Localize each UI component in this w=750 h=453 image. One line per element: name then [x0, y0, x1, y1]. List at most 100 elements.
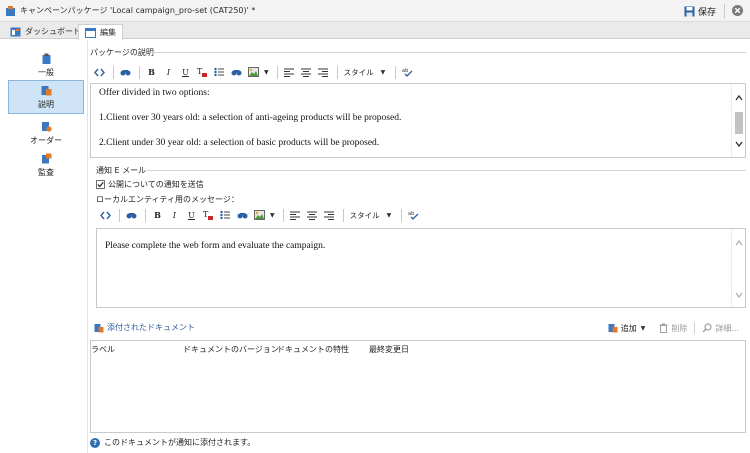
text-color-icon[interactable]: T — [195, 65, 210, 80]
notification-section-label: 通知 E メール — [96, 166, 147, 175]
tab-edit[interactable]: 編集 — [78, 24, 123, 40]
column-header[interactable]: ドキュメントのバージョン — [183, 344, 279, 355]
find-replace-icon[interactable] — [235, 208, 250, 223]
chevron-down-icon[interactable] — [735, 140, 743, 148]
bold-button[interactable]: B — [150, 208, 165, 223]
package-icon — [6, 6, 15, 16]
section-divider — [150, 52, 746, 53]
description-line: Offer divided in two options: — [99, 88, 210, 98]
attachment-note: ? このドキュメントが通知に添付されます。 — [90, 437, 255, 448]
attachments-title[interactable]: 添付されたドキュメント — [94, 322, 195, 333]
bulleted-list-icon[interactable] — [212, 65, 227, 80]
chevron-down-icon[interactable]: ▼ — [264, 69, 269, 76]
align-left-icon[interactable] — [288, 208, 303, 223]
main-panel: パッケージの説明 B I U T ▼ スタイル ▼ ab Offer divid… — [88, 40, 750, 453]
description-scrollbar[interactable] — [731, 84, 745, 157]
text-color-icon[interactable]: T — [201, 208, 216, 223]
general-icon — [42, 53, 50, 64]
tab-dashboard[interactable]: ダッシュボード — [4, 24, 87, 39]
message-editor[interactable]: Please complete the web form and evaluat… — [96, 228, 746, 308]
sidebar-item-general[interactable]: 一般 — [8, 48, 84, 82]
sidebar-item-label: 説明 — [38, 99, 54, 109]
tab-bar: ダッシュボード 編集 — [0, 22, 750, 40]
chevron-up-icon[interactable] — [735, 239, 743, 247]
underline-button[interactable]: U — [178, 65, 193, 80]
column-header[interactable]: 最終変更日 — [369, 344, 409, 355]
delete-button-label: 削除 — [671, 323, 688, 333]
tab-dashboard-label: ダッシュボード — [25, 27, 81, 36]
sidebar-item-label: 監査 — [38, 167, 54, 177]
tab-edit-label: 編集 — [100, 28, 116, 37]
column-header[interactable]: ラベル — [91, 344, 115, 355]
align-left-icon[interactable] — [282, 65, 297, 80]
bold-button[interactable]: B — [144, 65, 159, 80]
save-button[interactable]: 保存 — [684, 3, 716, 19]
chevron-down-icon[interactable] — [735, 291, 743, 299]
save-label: 保存 — [698, 7, 717, 18]
description-line: 1.Client over 30 years old: a selection … — [99, 113, 402, 123]
spellcheck-icon[interactable]: ab — [406, 208, 421, 223]
description-section-label: パッケージの説明 — [90, 48, 154, 57]
chevron-down-icon[interactable]: ▼ — [270, 212, 275, 219]
save-icon — [684, 6, 695, 16]
scrollbar-thumb[interactable] — [735, 112, 743, 134]
italic-button[interactable]: I — [167, 208, 182, 223]
edit-window-icon — [85, 27, 96, 38]
description-editor[interactable]: Offer divided in two options: 1.Client o… — [90, 83, 746, 158]
chevron-down-icon: ▼ — [386, 211, 392, 219]
align-right-icon[interactable] — [322, 208, 337, 223]
attachment-icon — [94, 323, 104, 332]
sidebar: 一般 説明 オーダー 監査 — [0, 40, 88, 453]
align-right-icon[interactable] — [316, 65, 331, 80]
sidebar-item-label: 一般 — [38, 67, 54, 77]
source-code-icon[interactable] — [98, 208, 113, 223]
message-label: ローカルエンティティ用のメッセージ： — [96, 195, 239, 204]
style-dropdown-label: スタイル — [349, 210, 380, 220]
italic-button[interactable]: I — [161, 65, 176, 80]
add-button[interactable]: 追加 ▼ — [605, 321, 653, 335]
message-text: Please complete the web form and evaluat… — [105, 241, 326, 251]
notify-checkbox-row[interactable]: 公開についての通知を送信 — [96, 179, 204, 190]
sidebar-item-order[interactable]: オーダー — [8, 116, 84, 150]
add-button-label: 追加 — [620, 323, 637, 333]
bulleted-list-icon[interactable] — [218, 208, 233, 223]
sidebar-item-description[interactable]: 説明 — [8, 80, 84, 114]
section-divider — [144, 170, 746, 171]
svg-text:ab: ab — [402, 68, 408, 74]
search-icon — [702, 323, 712, 333]
delete-button[interactable]: 削除 — [656, 321, 690, 335]
add-icon — [608, 324, 618, 333]
insert-image-icon[interactable] — [252, 208, 267, 223]
align-center-icon[interactable] — [299, 65, 314, 80]
description-icon — [41, 85, 51, 95]
message-scrollbar[interactable] — [731, 229, 745, 307]
spellcheck-icon[interactable]: ab — [400, 65, 415, 80]
style-dropdown-label: スタイル — [343, 67, 374, 77]
find-icon[interactable] — [118, 65, 133, 80]
order-icon — [41, 121, 52, 132]
attachments-table[interactable]: ラベル ドキュメントのバージョン ドキュメントの特性 最終変更日 — [90, 340, 746, 433]
underline-button[interactable]: U — [184, 208, 199, 223]
source-code-icon[interactable] — [92, 65, 107, 80]
audit-icon — [41, 153, 51, 163]
find-icon[interactable] — [124, 208, 139, 223]
align-center-icon[interactable] — [305, 208, 320, 223]
column-header[interactable]: ドキュメントの特性 — [277, 344, 349, 355]
title-divider — [724, 4, 725, 18]
insert-image-icon[interactable] — [246, 65, 261, 80]
detail-button-label: 詳細... — [715, 323, 739, 333]
chevron-up-icon[interactable] — [735, 94, 743, 102]
sidebar-item-label: オーダー — [30, 135, 62, 145]
notify-checkbox[interactable] — [96, 180, 105, 189]
attachments-title-label: 添付されたドキュメント — [107, 323, 195, 332]
message-toolbar: B I U T ▼ スタイル ▼ ab — [98, 206, 423, 224]
attachments-actions: 追加 ▼ 削除 詳細... — [605, 321, 742, 335]
trash-icon — [659, 323, 668, 333]
sidebar-item-audit[interactable]: 監査 — [8, 148, 84, 182]
style-dropdown[interactable]: スタイル ▼ — [342, 67, 392, 78]
style-dropdown[interactable]: スタイル ▼ — [348, 210, 398, 221]
chevron-down-icon[interactable]: ▼ — [641, 325, 646, 332]
find-replace-icon[interactable] — [229, 65, 244, 80]
close-icon[interactable] — [731, 4, 744, 17]
detail-button[interactable]: 詳細... — [699, 321, 742, 335]
